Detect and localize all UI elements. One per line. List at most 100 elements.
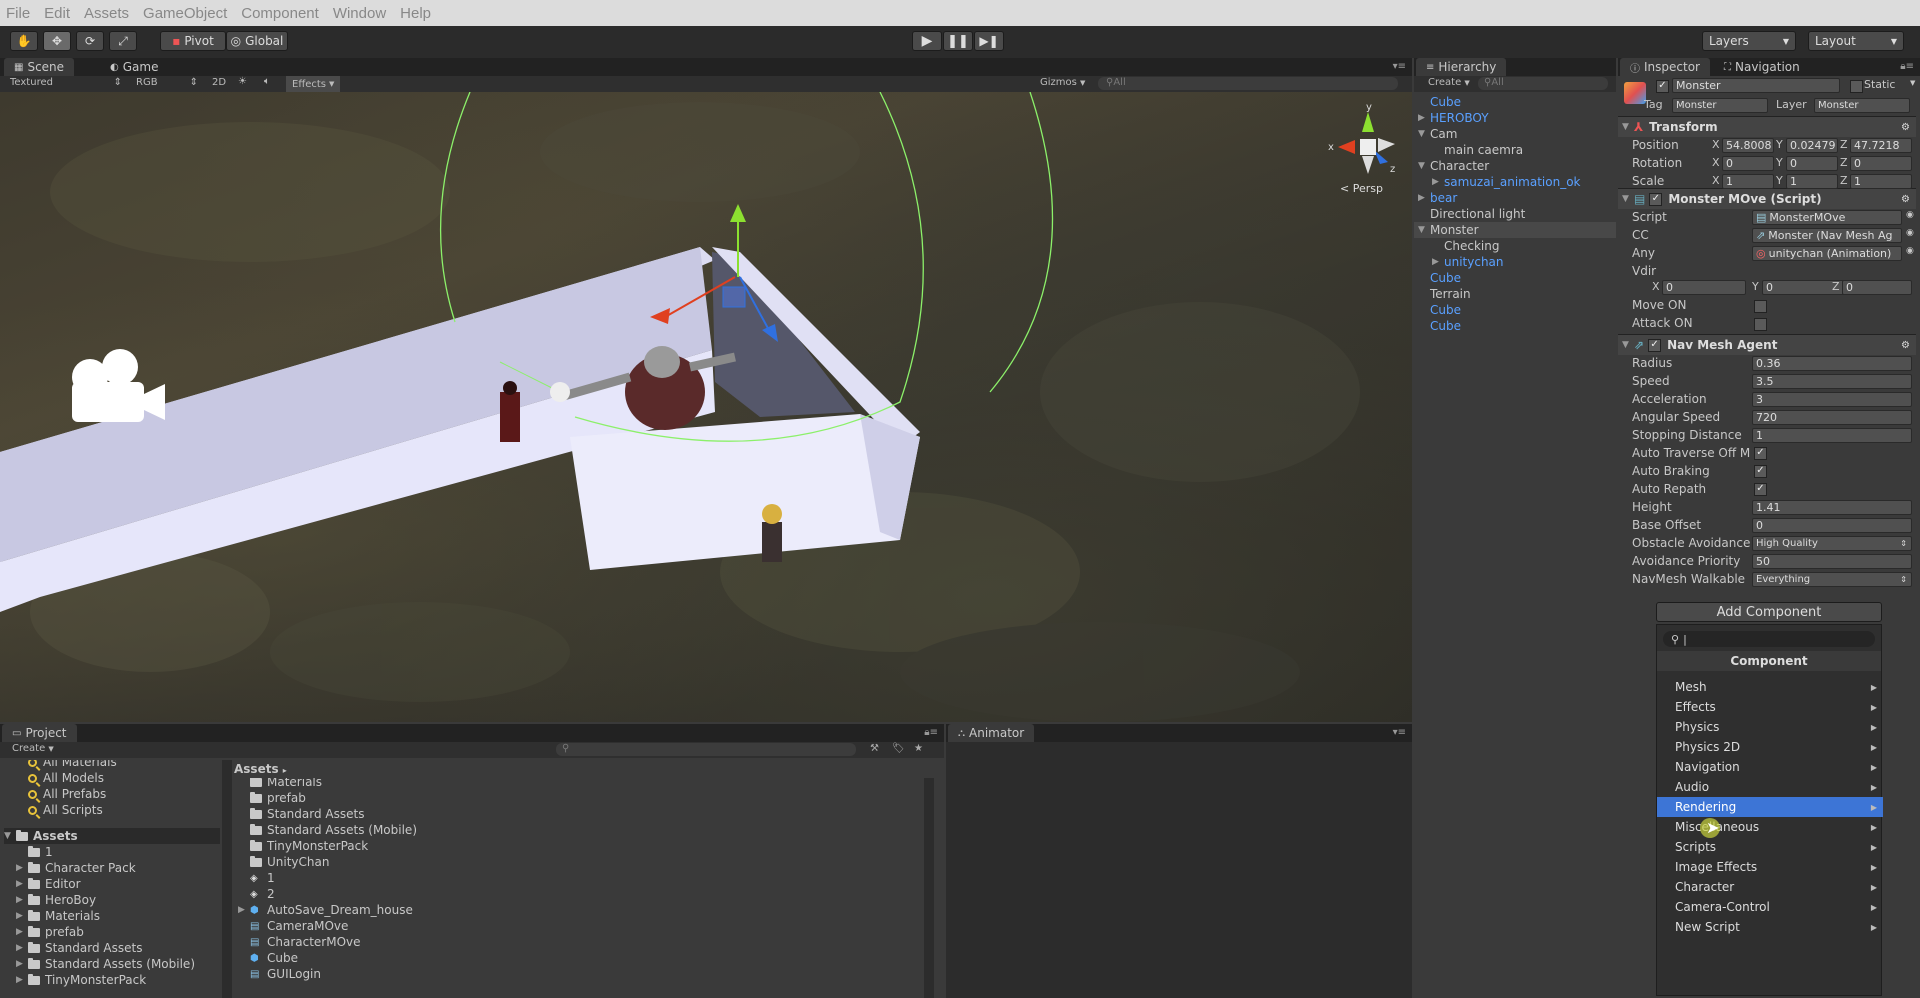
move-tool-icon[interactable]: ✥ <box>43 31 71 51</box>
asset-item[interactable]: ⬢ Cube <box>250 950 298 966</box>
component-menu-item[interactable]: Physics ▶ <box>1657 717 1883 737</box>
component-menu-item[interactable]: Rendering ▶ <box>1657 797 1883 817</box>
expand-right-icon[interactable]: ▶ <box>16 911 28 921</box>
global-toggle[interactable]: ◎ Global <box>226 31 288 51</box>
tree-item[interactable]: ▶ Standard Assets <box>16 940 142 956</box>
component-settings-icon[interactable]: ⚙ <box>1901 122 1910 133</box>
orientation-gizmo[interactable] <box>1338 112 1395 174</box>
transform-scale-x-field[interactable]: 1 <box>1722 174 1774 189</box>
pause-button[interactable]: ❚❚ <box>943 31 973 51</box>
expand-down-icon[interactable]: ▼ <box>1418 225 1430 235</box>
tree-item[interactable]: ▶ HeroBoy <box>16 892 96 908</box>
toggle-2d[interactable]: 2D <box>212 77 226 88</box>
asset-item[interactable]: Standard Assets (Mobile) <box>250 822 417 838</box>
any-field[interactable]: ◎ unitychan (Animation) <box>1752 246 1902 261</box>
filter-type-icon[interactable]: ⚒ <box>870 743 879 754</box>
hierarchy-item[interactable]: main caemra <box>1414 142 1616 158</box>
nav-agent-value-field[interactable]: 1 <box>1752 428 1912 443</box>
hierarchy-item[interactable]: Cube <box>1414 318 1616 334</box>
asset-item[interactable]: Materials <box>250 778 322 790</box>
component-menu-item[interactable]: Character ▶ <box>1657 877 1883 897</box>
asset-item[interactable]: ◈ 1 <box>250 870 275 886</box>
favorite-item[interactable]: All Prefabs <box>28 786 106 802</box>
scale-tool-icon[interactable]: ⤢ <box>109 31 137 51</box>
asset-item[interactable]: ▤ CameraMOve <box>250 918 348 934</box>
nav-agent-dropdown[interactable]: High Quality ⇕ <box>1752 536 1912 551</box>
nav-agent-checkbox[interactable]: ✓ <box>1754 465 1767 478</box>
component-menu-item[interactable]: Navigation ▶ <box>1657 757 1883 777</box>
lighting-toggle-icon[interactable]: ☀ <box>238 76 247 87</box>
render-channel-dropdown[interactable]: RGB ⇕ <box>136 77 198 88</box>
tree-item[interactable]: ▶ Editor <box>16 876 81 892</box>
tab-scene[interactable]: ▦ Scene <box>4 58 75 76</box>
gizmos-dropdown[interactable]: Gizmos ▼ <box>1040 77 1085 88</box>
asset-item[interactable]: UnityChan <box>250 854 329 870</box>
script-enabled-checkbox[interactable]: ✓ <box>1649 192 1663 206</box>
hierarchy-item[interactable]: Terrain <box>1414 286 1616 302</box>
asset-item[interactable]: Standard Assets <box>250 806 364 822</box>
nav-agent-dropdown[interactable]: Everything ⇕ <box>1752 572 1912 587</box>
asset-item[interactable]: ▤ CharacterMOve <box>250 934 361 950</box>
expand-down-icon[interactable]: ▼ <box>1418 161 1430 171</box>
transform-scale-z-field[interactable]: 1 <box>1850 174 1912 189</box>
expand-down-icon[interactable]: ▼ <box>4 831 16 841</box>
vdir-x-field[interactable]: 0 <box>1662 280 1746 295</box>
scene-search-input[interactable]: ⚲All <box>1098 77 1398 90</box>
transform-rotation-z-field[interactable]: 0 <box>1850 156 1912 171</box>
hand-tool-icon[interactable]: ✋ <box>10 31 38 51</box>
expand-right-icon[interactable]: ▶ <box>16 927 28 937</box>
nav-agent-value-field[interactable]: 50 <box>1752 554 1912 569</box>
move-on-checkbox[interactable] <box>1754 300 1767 313</box>
layers-dropdown[interactable]: Layers ▼ <box>1702 31 1796 51</box>
transform-rotation-x-field[interactable]: 0 <box>1722 156 1774 171</box>
static-checkbox[interactable] <box>1850 80 1863 93</box>
axis-y-label[interactable]: Y <box>1776 156 1783 169</box>
tree-item[interactable]: ▶ Character Pack <box>16 860 136 876</box>
tree-item[interactable]: ▶ prefab <box>16 924 84 940</box>
object-picker-icon[interactable]: ◉ <box>1906 228 1914 238</box>
component-menu-item[interactable]: Camera-Control ▶ <box>1657 897 1883 917</box>
component-menu-item[interactable]: Physics 2D ▶ <box>1657 737 1883 757</box>
component-settings-icon[interactable]: ⚙ <box>1901 194 1910 205</box>
hierarchy-item[interactable]: ▶ samuzai_animation_ok <box>1414 174 1616 190</box>
asset-item[interactable]: ◈ 2 <box>250 886 275 902</box>
menu-file[interactable]: File <box>6 5 30 22</box>
component-search-input[interactable]: ⚲ | <box>1663 631 1875 647</box>
favorite-item[interactable]: All Scripts <box>28 802 103 818</box>
transform-position-y-field[interactable]: 0.02479 <box>1786 138 1838 153</box>
favorite-item[interactable]: All Models <box>28 770 104 786</box>
tree-scrollbar[interactable] <box>222 760 232 998</box>
transform-header[interactable]: ▼ ⅄ Transform ⚙ <box>1618 116 1916 137</box>
layer-dropdown[interactable]: Monster <box>1814 98 1910 113</box>
expand-down-icon[interactable]: ▼ <box>1418 129 1430 139</box>
breadcrumb-assets[interactable]: Assets <box>234 762 279 776</box>
shading-mode-dropdown[interactable]: Textured ⇕ <box>10 77 122 88</box>
nav-agent-value-field[interactable]: 0 <box>1752 518 1912 533</box>
axis-y-label[interactable]: Y <box>1776 138 1783 151</box>
object-name-field[interactable]: Monster <box>1672 78 1840 93</box>
nav-mesh-agent-header[interactable]: ▼ ⇗ ✓ Nav Mesh Agent ⚙ <box>1618 334 1916 355</box>
tab-hierarchy[interactable]: ≡ Hierarchy <box>1416 58 1507 76</box>
nav-agent-value-field[interactable]: 3 <box>1752 392 1912 407</box>
hierarchy-item[interactable]: Cube <box>1414 302 1616 318</box>
effects-dropdown[interactable]: Effects ▼ <box>286 76 341 92</box>
component-menu-item[interactable]: Effects ▶ <box>1657 697 1883 717</box>
expand-right-icon[interactable]: ▶ <box>16 863 28 873</box>
expand-right-icon[interactable]: ▶ <box>1432 177 1444 187</box>
tab-navigation[interactable]: ⛶ Navigation <box>1714 58 1810 76</box>
expand-right-icon[interactable]: ▶ <box>16 975 28 985</box>
expand-right-icon[interactable]: ▶ <box>16 943 28 953</box>
panel-menu-icon[interactable]: ▾≡ <box>1393 727 1406 738</box>
transform-scale-y-field[interactable]: 1 <box>1786 174 1838 189</box>
cc-field[interactable]: ⇗ Monster (Nav Mesh Ag <box>1752 228 1902 243</box>
transform-position-x-field[interactable]: 54.8008 <box>1722 138 1774 153</box>
layout-dropdown[interactable]: Layout ▼ <box>1808 31 1904 51</box>
lock-icon[interactable]: 🔒︎≡ <box>1900 61 1914 72</box>
hierarchy-item[interactable]: ▶ HEROBOY <box>1414 110 1616 126</box>
tab-inspector[interactable]: ⓘ Inspector <box>1620 58 1710 76</box>
nav-agent-value-field[interactable]: 0.36 <box>1752 356 1912 371</box>
hierarchy-item[interactable]: Checking <box>1414 238 1616 254</box>
menu-assets[interactable]: Assets <box>84 5 129 22</box>
expand-right-icon[interactable]: ▶ <box>16 895 28 905</box>
asset-item[interactable]: TinyMonsterPack <box>250 838 368 854</box>
